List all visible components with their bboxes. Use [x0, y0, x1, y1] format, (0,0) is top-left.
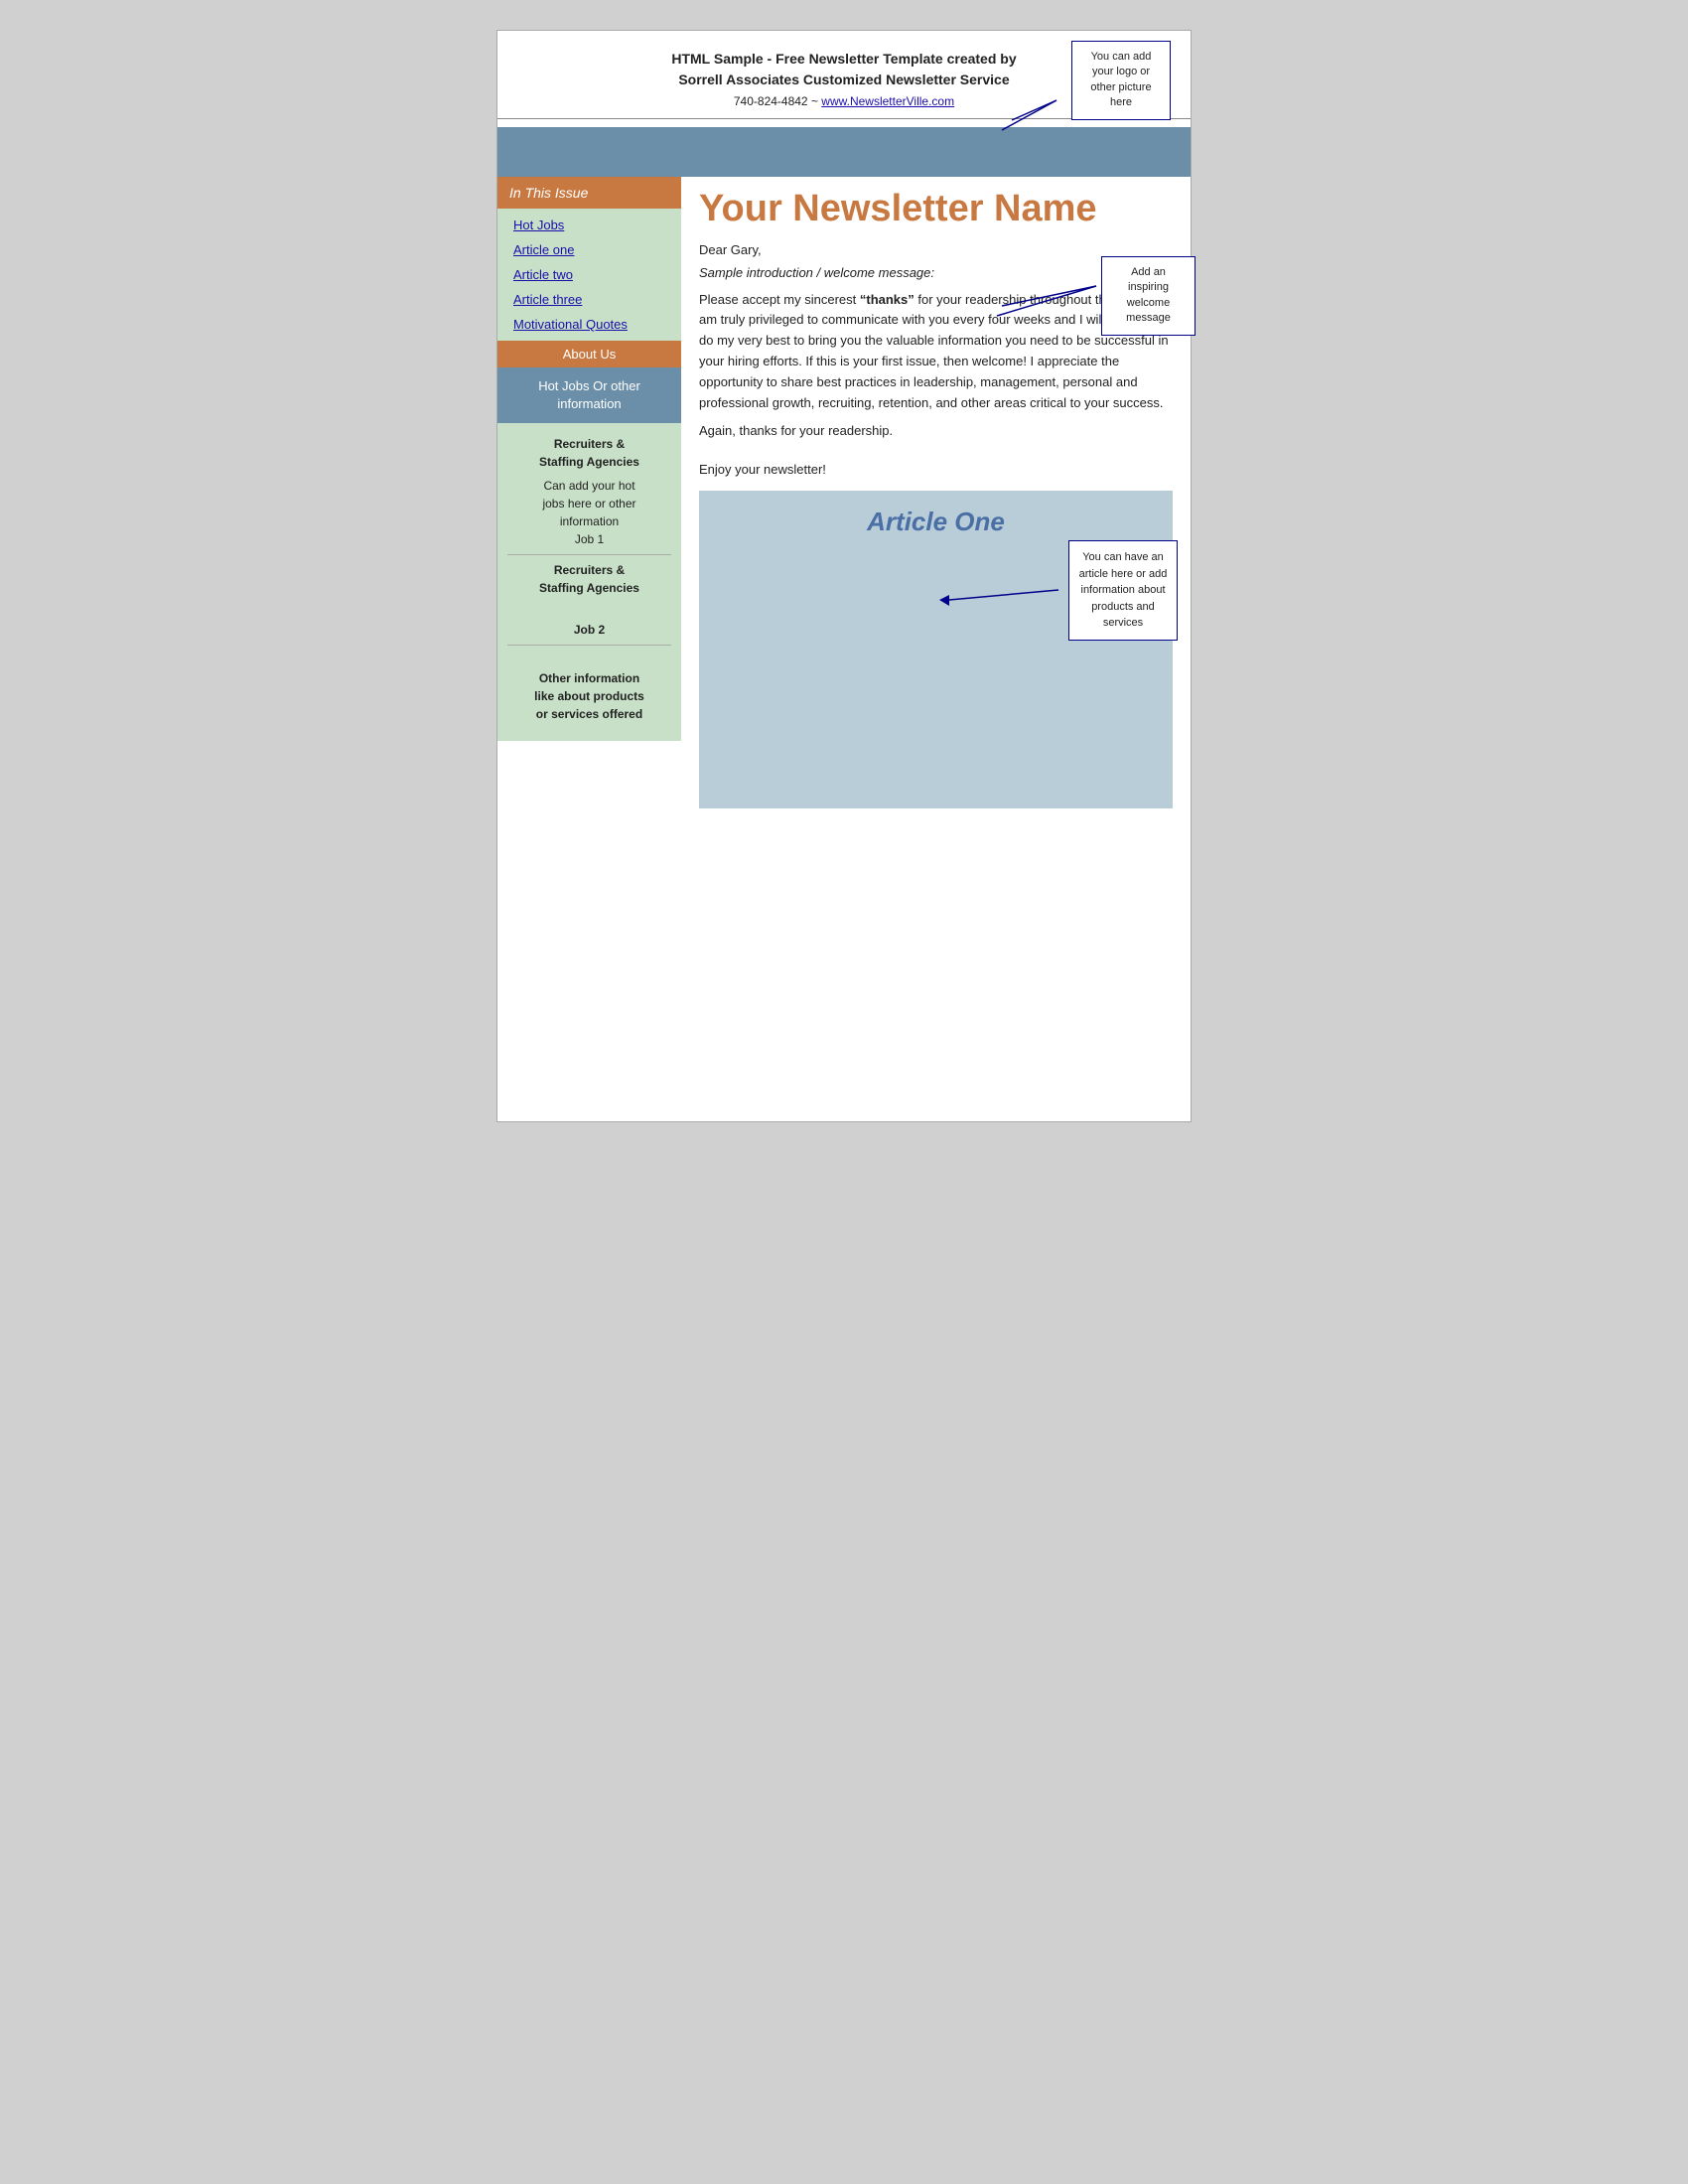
- sidebar-divider-2: [507, 645, 671, 646]
- sidebar-nav: Hot Jobs Article one Article two Article…: [497, 209, 681, 341]
- sidebar-job-2: Job 2: [507, 603, 671, 639]
- main-layout: In This Issue Hot Jobs Article one Artic…: [497, 177, 1191, 818]
- header: HTML Sample - Free Newsletter Template c…: [497, 31, 1191, 118]
- content-area: Add an inspiring welcome message Your Ne…: [681, 177, 1191, 818]
- sidebar-recruiters-1: Recruiters &Staffing Agencies: [507, 435, 671, 471]
- header-title-line2: Sorrell Associates Customized Newsletter…: [678, 72, 1009, 87]
- header-website-link[interactable]: www.NewsletterVille.com: [821, 94, 954, 108]
- article-annotation-text: You can have an article here or add info…: [1079, 551, 1168, 629]
- article-one-title: Article One: [719, 507, 1153, 537]
- sidebar-about-us: About Us: [497, 341, 681, 367]
- sidebar-divider-1: [507, 554, 671, 555]
- welcome-annotation-box: Add an inspiring welcome message: [1101, 256, 1196, 336]
- thanks-text: Again, thanks for your readership.: [699, 423, 1173, 438]
- sidebar-nav-motivational-quotes[interactable]: Motivational Quotes: [497, 312, 681, 337]
- logo-annotation-text: You can add your logo or other picture h…: [1090, 51, 1151, 108]
- newsletter-page: HTML Sample - Free Newsletter Template c…: [496, 30, 1192, 1122]
- sidebar-nav-article-two[interactable]: Article two: [497, 262, 681, 287]
- sidebar-hotjobs-header-text: Hot Jobs Or other information: [538, 378, 640, 411]
- header-contact-phone: 740-824-4842 ~: [734, 94, 821, 108]
- sidebar: In This Issue Hot Jobs Article one Artic…: [497, 177, 681, 818]
- article-one-section: Article One You can have an article here…: [699, 491, 1173, 808]
- welcome-annotation-text: Add an inspiring welcome message: [1126, 266, 1171, 324]
- sidebar-nav-hot-jobs[interactable]: Hot Jobs: [497, 213, 681, 237]
- sidebar-nav-article-one[interactable]: Article one: [497, 237, 681, 262]
- sidebar-section-1: Recruiters &Staffing Agencies Can add yo…: [497, 423, 681, 741]
- logo-annotation-box: You can add your logo or other picture h…: [1071, 41, 1171, 120]
- header-title-line1: HTML Sample - Free Newsletter Template c…: [671, 51, 1016, 67]
- article-arrow-svg: [939, 570, 1068, 620]
- sidebar-hotjobs-header: Hot Jobs Or other information: [497, 367, 681, 423]
- sidebar-nav-article-three[interactable]: Article three: [497, 287, 681, 312]
- sidebar-hotjobs-info: Can add your hotjobs here or otherinform…: [507, 477, 671, 548]
- article-annotation-box: You can have an article here or add info…: [1068, 540, 1178, 641]
- blue-banner: [497, 127, 1191, 177]
- newsletter-title: Your Newsletter Name: [699, 187, 1173, 232]
- sidebar-recruiters-2: Recruiters &Staffing Agencies: [507, 561, 671, 597]
- sidebar-other-info: Other informationlike about productsor s…: [507, 652, 671, 723]
- enjoy-text: Enjoy your newsletter!: [699, 462, 1173, 477]
- sidebar-in-this-issue: In This Issue: [497, 177, 681, 209]
- greeting: Dear Gary,: [699, 242, 1173, 257]
